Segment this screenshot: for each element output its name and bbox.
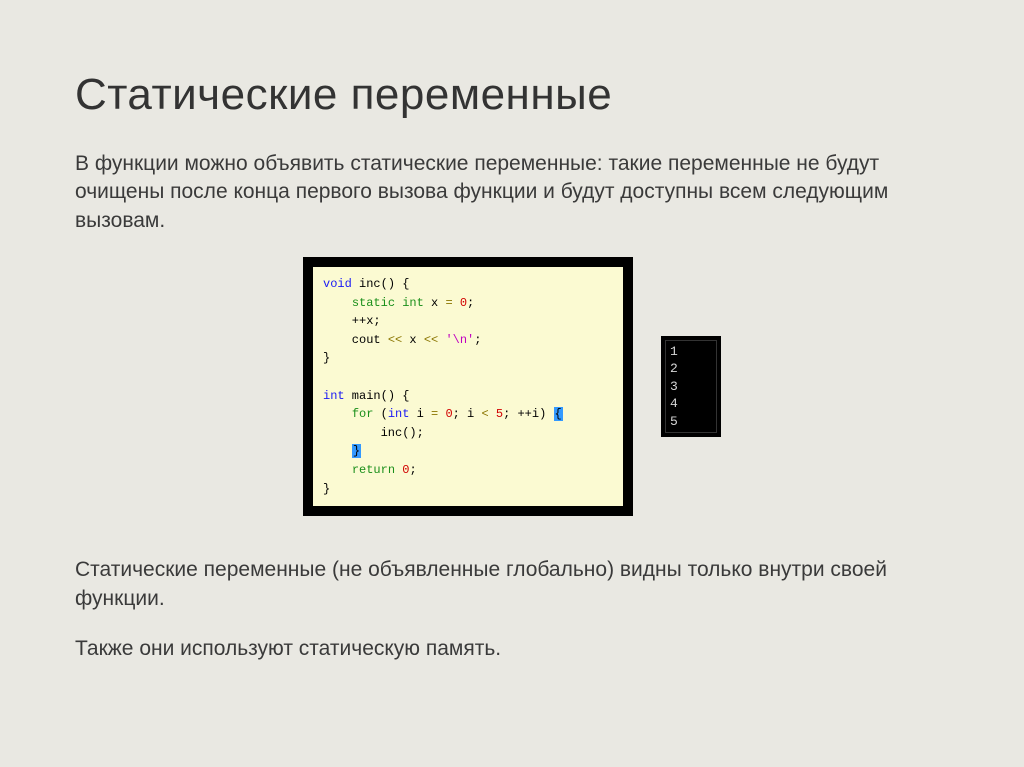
paragraph-3: Также они используют статическую память. [75, 635, 949, 663]
paragraph-1: В функции можно объявить статические пер… [75, 150, 949, 235]
output-block: 1 2 3 4 5 [661, 336, 721, 438]
slide: Статические переменные В функции можно о… [0, 0, 1024, 725]
code-block: void inc() { static int x = 0; ++x; cout… [303, 257, 633, 516]
output-text: 1 2 3 4 5 [665, 340, 717, 434]
slide-title: Статические переменные [75, 70, 949, 120]
paragraph-2: Статические переменные (не объявленные г… [75, 556, 949, 613]
figure-row: void inc() { static int x = 0; ++x; cout… [75, 257, 949, 516]
code-text: void inc() { static int x = 0; ++x; cout… [313, 267, 623, 506]
